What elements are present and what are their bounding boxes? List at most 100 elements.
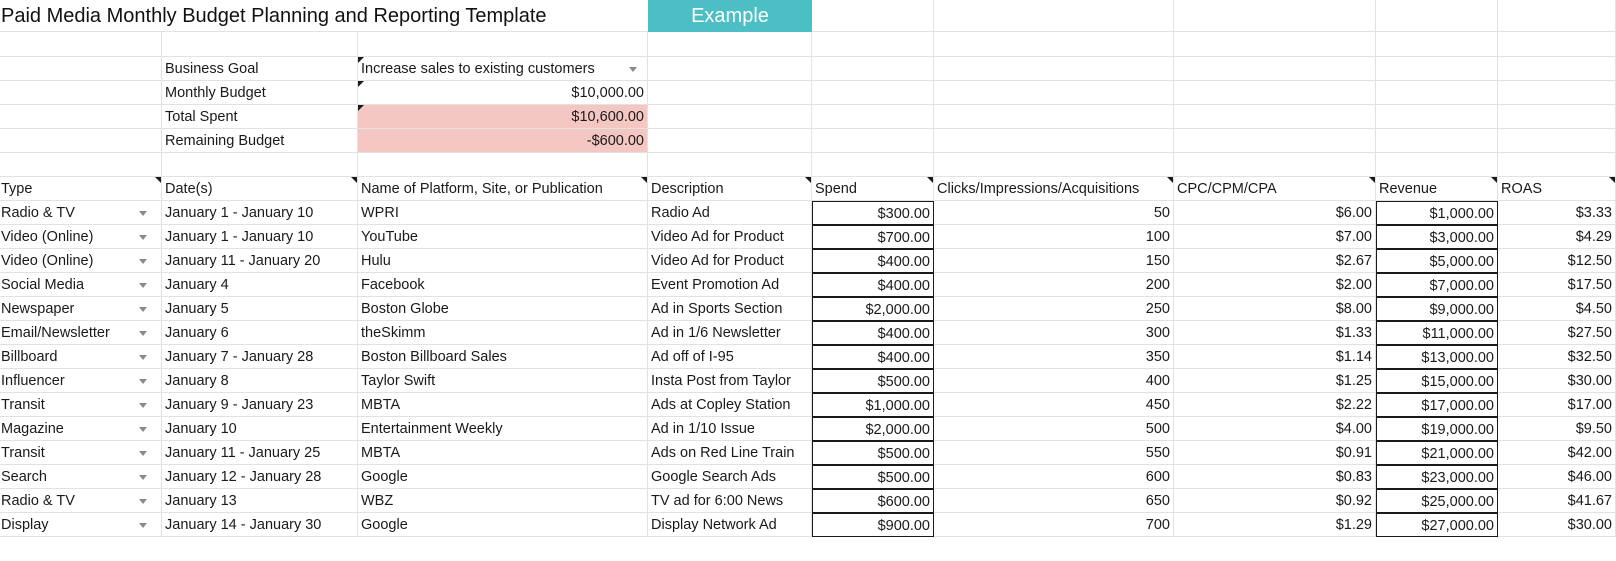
cpc-cell[interactable]: $6.00 bbox=[1174, 201, 1376, 225]
empty-cell[interactable] bbox=[1376, 57, 1498, 81]
empty-cell[interactable] bbox=[934, 129, 1174, 153]
cpc-cell[interactable]: $4.00 bbox=[1174, 417, 1376, 441]
clicks-cell[interactable]: 300 bbox=[934, 321, 1174, 345]
platform-cell[interactable]: Boston Globe bbox=[358, 297, 648, 321]
empty-cell[interactable] bbox=[1498, 129, 1616, 153]
platform-cell[interactable]: YouTube bbox=[358, 225, 648, 249]
chevron-down-icon[interactable] bbox=[629, 67, 637, 72]
revenue-cell[interactable]: $11,000.00 bbox=[1376, 321, 1498, 345]
empty-cell[interactable] bbox=[812, 153, 934, 177]
spend-cell[interactable]: $500.00 bbox=[812, 441, 934, 465]
empty-cell[interactable] bbox=[812, 105, 934, 129]
revenue-cell[interactable]: $25,000.00 bbox=[1376, 489, 1498, 513]
empty-cell[interactable] bbox=[812, 32, 934, 57]
date-cell[interactable]: January 10 bbox=[162, 417, 358, 441]
platform-cell[interactable]: Entertainment Weekly bbox=[358, 417, 648, 441]
business-goal-select[interactable]: Increase sales to existing customers bbox=[358, 57, 648, 81]
description-cell[interactable]: Ad off of I-95 bbox=[648, 345, 812, 369]
cpc-cell[interactable]: $1.14 bbox=[1174, 345, 1376, 369]
revenue-cell[interactable]: $23,000.00 bbox=[1376, 465, 1498, 489]
clicks-cell[interactable]: 350 bbox=[934, 345, 1174, 369]
roas-cell[interactable]: $3.33 bbox=[1498, 201, 1616, 225]
description-cell[interactable]: Google Search Ads bbox=[648, 465, 812, 489]
clicks-cell[interactable]: 50 bbox=[934, 201, 1174, 225]
platform-cell[interactable]: Boston Billboard Sales bbox=[358, 345, 648, 369]
date-cell[interactable]: January 8 bbox=[162, 369, 358, 393]
monthly-budget-value[interactable]: $10,000.00 bbox=[358, 81, 648, 105]
empty-cell[interactable] bbox=[0, 32, 162, 57]
roas-cell[interactable]: $17.50 bbox=[1498, 273, 1616, 297]
type-select[interactable]: Transit bbox=[0, 441, 162, 465]
empty-cell[interactable] bbox=[0, 129, 162, 153]
empty-cell[interactable] bbox=[648, 57, 812, 81]
revenue-cell[interactable]: $19,000.00 bbox=[1376, 417, 1498, 441]
date-cell[interactable]: January 4 bbox=[162, 273, 358, 297]
empty-cell[interactable] bbox=[1376, 32, 1498, 57]
revenue-cell[interactable]: $9,000.00 bbox=[1376, 297, 1498, 321]
cpc-cell[interactable]: $1.29 bbox=[1174, 513, 1376, 537]
empty-cell[interactable] bbox=[648, 105, 812, 129]
platform-cell[interactable]: Google bbox=[358, 465, 648, 489]
empty-cell[interactable] bbox=[358, 153, 648, 177]
date-cell[interactable]: January 12 - January 28 bbox=[162, 465, 358, 489]
empty-cell[interactable] bbox=[934, 153, 1174, 177]
chevron-down-icon[interactable] bbox=[139, 259, 147, 264]
platform-cell[interactable]: MBTA bbox=[358, 393, 648, 417]
roas-cell[interactable]: $41.67 bbox=[1498, 489, 1616, 513]
header-dates[interactable]: Date(s) bbox=[162, 177, 358, 201]
cpc-cell[interactable]: $0.83 bbox=[1174, 465, 1376, 489]
date-cell[interactable]: January 11 - January 20 bbox=[162, 249, 358, 273]
cpc-cell[interactable]: $0.92 bbox=[1174, 489, 1376, 513]
platform-cell[interactable]: Taylor Swift bbox=[358, 369, 648, 393]
platform-cell[interactable]: Google bbox=[358, 513, 648, 537]
type-select[interactable]: Email/Newsletter bbox=[0, 321, 162, 345]
roas-cell[interactable]: $4.50 bbox=[1498, 297, 1616, 321]
empty-cell[interactable] bbox=[1376, 81, 1498, 105]
empty-cell[interactable] bbox=[1498, 153, 1616, 177]
empty-cell[interactable] bbox=[1498, 57, 1616, 81]
spend-cell[interactable]: $2,000.00 bbox=[812, 297, 934, 321]
type-select[interactable]: Radio & TV bbox=[0, 201, 162, 225]
empty-cell[interactable] bbox=[1498, 105, 1616, 129]
description-cell[interactable]: Ads at Copley Station bbox=[648, 393, 812, 417]
spend-cell[interactable]: $400.00 bbox=[812, 273, 934, 297]
clicks-cell[interactable]: 400 bbox=[934, 369, 1174, 393]
revenue-cell[interactable]: $27,000.00 bbox=[1376, 513, 1498, 537]
empty-cell[interactable] bbox=[934, 32, 1174, 57]
platform-cell[interactable]: MBTA bbox=[358, 441, 648, 465]
empty-cell[interactable] bbox=[1376, 0, 1498, 32]
clicks-cell[interactable]: 450 bbox=[934, 393, 1174, 417]
empty-cell[interactable] bbox=[162, 32, 358, 57]
empty-cell[interactable] bbox=[934, 0, 1174, 32]
chevron-down-icon[interactable] bbox=[139, 379, 147, 384]
cpc-cell[interactable]: $7.00 bbox=[1174, 225, 1376, 249]
clicks-cell[interactable]: 500 bbox=[934, 417, 1174, 441]
header-roas[interactable]: ROAS bbox=[1498, 177, 1616, 201]
empty-cell[interactable] bbox=[358, 32, 648, 57]
chevron-down-icon[interactable] bbox=[139, 403, 147, 408]
description-cell[interactable]: Display Network Ad bbox=[648, 513, 812, 537]
chevron-down-icon[interactable] bbox=[139, 499, 147, 504]
header-description[interactable]: Description bbox=[648, 177, 812, 201]
platform-cell[interactable]: Hulu bbox=[358, 249, 648, 273]
roas-cell[interactable]: $46.00 bbox=[1498, 465, 1616, 489]
type-select[interactable]: Search bbox=[0, 465, 162, 489]
clicks-cell[interactable]: 600 bbox=[934, 465, 1174, 489]
date-cell[interactable]: January 7 - January 28 bbox=[162, 345, 358, 369]
spend-cell[interactable]: $400.00 bbox=[812, 345, 934, 369]
header-spend[interactable]: Spend bbox=[812, 177, 934, 201]
empty-cell[interactable] bbox=[1376, 105, 1498, 129]
empty-cell[interactable] bbox=[812, 57, 934, 81]
type-select[interactable]: Newspaper bbox=[0, 297, 162, 321]
chevron-down-icon[interactable] bbox=[139, 355, 147, 360]
description-cell[interactable]: TV ad for 6:00 News bbox=[648, 489, 812, 513]
revenue-cell[interactable]: $1,000.00 bbox=[1376, 201, 1498, 225]
remaining-budget-value[interactable]: -$600.00 bbox=[358, 129, 648, 153]
spend-cell[interactable]: $400.00 bbox=[812, 249, 934, 273]
date-cell[interactable]: January 11 - January 25 bbox=[162, 441, 358, 465]
clicks-cell[interactable]: 550 bbox=[934, 441, 1174, 465]
empty-cell[interactable] bbox=[934, 81, 1174, 105]
clicks-cell[interactable]: 150 bbox=[934, 249, 1174, 273]
empty-cell[interactable] bbox=[934, 105, 1174, 129]
description-cell[interactable]: Ads on Red Line Train bbox=[648, 441, 812, 465]
